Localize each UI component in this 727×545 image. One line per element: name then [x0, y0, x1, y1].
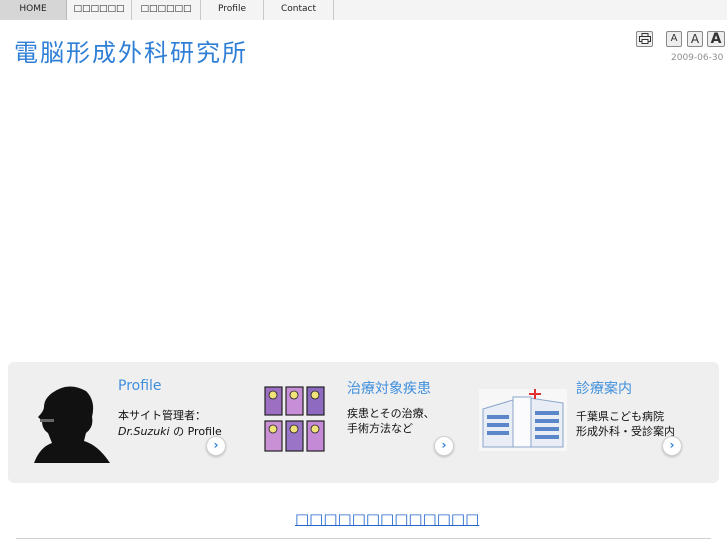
diseases-card-line1: 疾患とその治療、: [347, 407, 435, 420]
date-label: 2009-06-30: [671, 53, 724, 63]
section-heading-link[interactable]: □□□□□□□□□□□□□: [295, 510, 479, 528]
nav-item-3[interactable]: □□□□□□: [132, 0, 201, 20]
profile-card-line2: Dr.Suzuki の Profile: [118, 424, 222, 440]
hospital-building-image: [479, 389, 567, 451]
printer-icon: [638, 33, 651, 44]
nav-profile[interactable]: Profile: [201, 0, 264, 20]
font-size-small-button[interactable]: A: [666, 31, 682, 47]
top-navigation: HOME □□□□□□ □□□□□□ Profile Contact: [0, 0, 727, 20]
chevron-right-icon: ›: [441, 438, 447, 452]
chevron-right-icon: ›: [213, 438, 219, 452]
profile-arrow-button[interactable]: ›: [206, 436, 226, 456]
print-button[interactable]: [636, 31, 653, 47]
nav-contact[interactable]: Contact: [264, 0, 334, 20]
nav-home[interactable]: HOME: [0, 0, 67, 20]
patients-illustration-image: [264, 386, 325, 452]
font-size-medium-button[interactable]: A: [687, 31, 703, 47]
font-size-large-button[interactable]: A: [707, 31, 725, 47]
site-title[interactable]: 電脳形成外科研究所: [14, 33, 248, 68]
clinic-card-line1: 千葉県こども病院: [576, 410, 664, 423]
profile-card-title[interactable]: Profile: [118, 378, 162, 394]
divider: [16, 538, 711, 539]
chevron-right-icon: ›: [669, 438, 675, 452]
diseases-card-line2: 手術方法など: [347, 422, 413, 435]
profile-doctor-name: Dr.Suzuki: [118, 425, 170, 438]
diseases-card-title[interactable]: 治療対象疾患: [347, 378, 431, 398]
profile-silhouette-image: [34, 386, 110, 463]
clinic-card-line2: 形成外科・受診案内: [576, 425, 675, 438]
profile-card-line1: 本サイト管理者：: [118, 409, 206, 422]
clinic-arrow-button[interactable]: ›: [662, 436, 682, 456]
clinic-card-title[interactable]: 診療案内: [576, 378, 632, 398]
nav-item-2[interactable]: □□□□□□: [67, 0, 132, 20]
diseases-arrow-button[interactable]: ›: [434, 436, 454, 456]
